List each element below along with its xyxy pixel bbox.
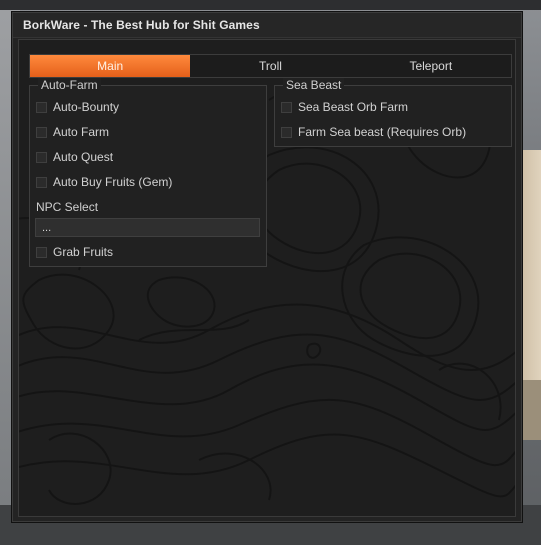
toggle-sea-beast-orb-farm[interactable]: Sea Beast Orb Farm: [281, 98, 408, 116]
toggle-auto-quest[interactable]: Auto Quest: [36, 148, 113, 166]
toggle-auto-farm[interactable]: Auto Farm: [36, 123, 109, 141]
checkbox[interactable]: [36, 176, 47, 188]
toggle-auto-bounty[interactable]: Auto-Bounty: [36, 98, 119, 116]
toggle-farm-sea-beast[interactable]: Farm Sea beast (Requires Orb): [281, 123, 466, 141]
npc-select-label: NPC Select: [36, 200, 99, 214]
tab-troll[interactable]: Troll: [190, 55, 350, 77]
toggle-label: Grab Fruits: [53, 245, 114, 259]
window-title: BorkWare - The Best Hub for Shit Games: [23, 18, 260, 32]
checkbox[interactable]: [36, 101, 47, 113]
checkbox[interactable]: [281, 101, 292, 113]
sea-beast-group: Sea Beast Sea Beast Orb Farm Farm Sea be…: [274, 78, 512, 147]
toggle-grab-fruits[interactable]: Grab Fruits: [36, 243, 113, 261]
title-bar[interactable]: BorkWare - The Best Hub for Shit Games: [13, 13, 521, 38]
auto-farm-title: Auto-Farm: [38, 78, 101, 92]
npc-select-dropdown[interactable]: ...: [35, 218, 260, 237]
auto-farm-group: Auto-Farm Auto-Bounty Auto Farm Auto Que…: [29, 78, 267, 267]
tab-bar: Main Troll Teleport: [29, 54, 512, 78]
toggle-auto-buy-fruits[interactable]: Auto Buy Fruits (Gem): [36, 173, 172, 191]
tab-main[interactable]: Main: [30, 55, 191, 77]
tab-teleport[interactable]: Teleport: [351, 55, 511, 77]
toggle-label: Auto-Bounty: [53, 100, 120, 114]
toggle-label: Sea Beast Orb Farm: [298, 100, 409, 114]
sea-beast-title: Sea Beast: [283, 78, 345, 92]
checkbox[interactable]: [36, 126, 47, 138]
toggle-label: Farm Sea beast (Requires Orb): [298, 125, 467, 139]
toggle-label: Auto Buy Fruits (Gem): [53, 175, 173, 189]
toggle-label: Auto Quest: [53, 150, 114, 164]
toggle-label: Auto Farm: [53, 125, 110, 139]
borkware-window: BorkWare - The Best Hub for Shit Games M…: [12, 12, 522, 522]
checkbox[interactable]: [36, 151, 47, 163]
checkbox[interactable]: [281, 126, 292, 138]
content-panel: Main Troll Teleport Auto-Farm Auto-Bount…: [18, 39, 516, 517]
checkbox[interactable]: [36, 246, 47, 258]
